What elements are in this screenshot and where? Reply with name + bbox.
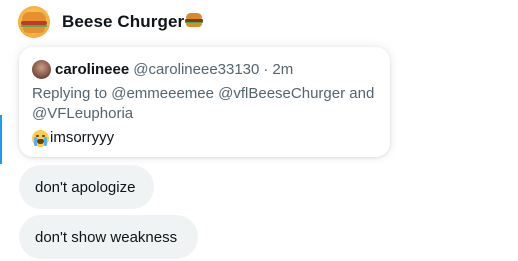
- quoted-tweet-body: imsorryyy: [50, 129, 115, 146]
- quoted-author-name: carolineee: [55, 61, 130, 78]
- quoted-tweet-card[interactable]: carolineee @carolineee33130 · 2m Replyin…: [19, 47, 390, 157]
- sender-display-name[interactable]: Beese Churger: [62, 12, 204, 32]
- message-bubble[interactable]: don't show weakness: [19, 215, 198, 259]
- message-text: don't apologize: [35, 178, 136, 196]
- sender-name-text: Beese Churger: [62, 12, 185, 31]
- quoted-author-handle: @carolineee33130: [133, 61, 260, 78]
- quoted-tweet-header: carolineee @carolineee33130 · 2m: [32, 60, 293, 79]
- quoted-tweet-text: imsorryyy: [32, 128, 114, 148]
- message-bubble[interactable]: don't apologize: [19, 165, 154, 209]
- hamburger-emoji-icon: [185, 12, 204, 28]
- quoted-tweet-time: 2m: [272, 61, 294, 78]
- quoted-author-avatar: [32, 60, 51, 79]
- scroll-accent-bar: [0, 115, 2, 164]
- separator-dot: ·: [263, 61, 269, 78]
- loudly-crying-face-emoji-icon: [32, 129, 49, 147]
- burger-avatar-icon[interactable]: [18, 6, 50, 38]
- replying-to-line: Replying to @emmeeemee @vflBeeseChurger …: [32, 85, 375, 122]
- message-text: don't show weakness: [35, 228, 178, 246]
- dm-conversation-view: Beese Churger carolineee @carolineee3313…: [0, 0, 518, 261]
- conversation-header: Beese Churger: [18, 4, 204, 40]
